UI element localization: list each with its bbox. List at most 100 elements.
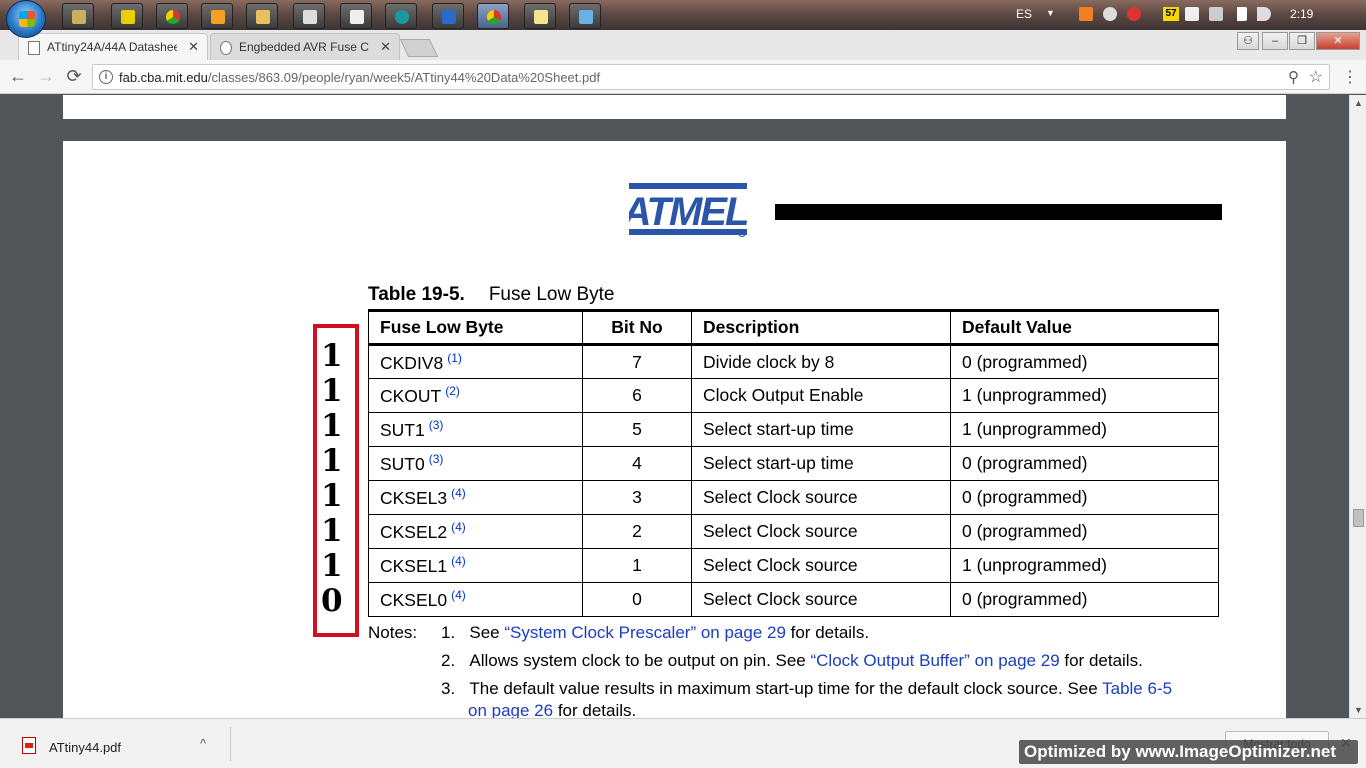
cloud-icon[interactable] bbox=[1103, 7, 1117, 21]
signal-icon[interactable] bbox=[1233, 7, 1247, 21]
close-window-button[interactable]: ✕ bbox=[1316, 32, 1360, 50]
fuse-name-cell: CKSEL1 (4) bbox=[368, 548, 583, 583]
forward-button[interactable]: → bbox=[35, 66, 57, 87]
page-icon bbox=[220, 41, 232, 55]
taskbar-app-1[interactable] bbox=[62, 3, 94, 29]
bit-number-cell: 3 bbox=[582, 480, 692, 515]
chevron-up-icon[interactable]: ^ bbox=[200, 736, 206, 751]
footnote-ref[interactable]: (3) bbox=[429, 418, 444, 432]
description-cell: Divide clock by 8 bbox=[691, 344, 951, 379]
footnote-ref[interactable]: (2) bbox=[445, 384, 460, 398]
description-cell: Select Clock source bbox=[691, 582, 951, 617]
start-button[interactable] bbox=[6, 0, 46, 38]
zoom-icon[interactable]: ⚲ bbox=[1288, 68, 1299, 86]
taskbar-app-6[interactable] bbox=[293, 3, 325, 29]
default-value-cell: 0 (programmed) bbox=[950, 344, 1219, 379]
handwritten-bit: 1 bbox=[321, 338, 343, 374]
note-1: 1. See “System Clock Prescaler” on page … bbox=[441, 623, 870, 642]
scroll-thumb[interactable] bbox=[1353, 509, 1364, 527]
clock[interactable]: 2:19 bbox=[1290, 7, 1313, 21]
user-icon[interactable]: ⚇ bbox=[1237, 32, 1259, 50]
handwritten-bit: 1 bbox=[321, 373, 343, 409]
close-icon[interactable]: ✕ bbox=[188, 39, 199, 55]
taskbar-arduino[interactable] bbox=[385, 3, 417, 29]
mail-icon[interactable] bbox=[1127, 7, 1141, 21]
note-3-continued: on page 26 for details. bbox=[468, 701, 637, 718]
handwritten-bit: 1 bbox=[321, 408, 343, 444]
taskbar-app-9[interactable] bbox=[432, 3, 464, 29]
bit-number-cell: 2 bbox=[582, 514, 692, 549]
pdf-viewer[interactable]: ATMEL Table 19-5. Fuse Low Byte Fuse Low … bbox=[0, 95, 1349, 718]
table-row: CKSEL3 (4) 3 Select Clock source 0 (programm… bbox=[368, 480, 1219, 515]
footnote-ref[interactable]: (1) bbox=[447, 351, 462, 365]
note-link[interactable]: Table 6-5 bbox=[1102, 679, 1172, 698]
taskbar-calculator[interactable] bbox=[340, 3, 372, 29]
note-link[interactable]: on page 26 bbox=[468, 701, 553, 718]
footnote-ref[interactable]: (4) bbox=[451, 554, 466, 568]
fuse-low-byte-table: Fuse Low Byte Bit No Description Default… bbox=[368, 309, 1219, 617]
device-icon[interactable] bbox=[1209, 7, 1223, 21]
scroll-down-arrow-icon[interactable]: ▼ bbox=[1354, 705, 1363, 715]
chevron-down-icon[interactable]: ▼ bbox=[1046, 8, 1055, 18]
taskbar-chrome-1[interactable] bbox=[156, 3, 188, 29]
default-value-cell: 1 (unprogrammed) bbox=[950, 548, 1219, 583]
footnote-ref[interactable]: (4) bbox=[451, 486, 466, 500]
footnote-ref[interactable]: (4) bbox=[451, 520, 466, 534]
taskbar-app-2[interactable] bbox=[111, 3, 143, 29]
flag-icon[interactable] bbox=[1185, 7, 1199, 21]
pdf-page: ATMEL Table 19-5. Fuse Low Byte Fuse Low … bbox=[63, 141, 1286, 718]
browser-tab-strip: ATtiny24A/44A Datashee ✕ Engbedded AVR F… bbox=[0, 30, 1366, 60]
fuse-name-cell: CKSEL3 (4) bbox=[368, 480, 583, 515]
watermark-overlay: Optimized by www.ImageOptimizer.net bbox=[1019, 740, 1358, 764]
default-value-cell: 0 (programmed) bbox=[950, 480, 1219, 515]
taskbar-notepad[interactable] bbox=[524, 3, 556, 29]
handwritten-bit: 1 bbox=[321, 548, 343, 584]
note-3: 3. The default value results in maximum … bbox=[441, 679, 1173, 698]
notification-badge[interactable]: 57 bbox=[1163, 7, 1179, 21]
new-tab-button[interactable] bbox=[399, 39, 439, 57]
vertical-scrollbar[interactable]: ▲ ▼ bbox=[1349, 95, 1366, 718]
back-button[interactable]: ← bbox=[7, 66, 29, 87]
address-bar[interactable]: i fab.cba.mit.edu/classes/863.09/people/… bbox=[92, 64, 1330, 90]
notes-label: Notes: bbox=[368, 623, 418, 642]
taskbar-app-12[interactable] bbox=[569, 3, 601, 29]
default-value-cell: 1 (unprogrammed) bbox=[950, 412, 1219, 447]
bookmark-star-icon[interactable]: ☆ bbox=[1309, 67, 1323, 87]
avast-icon[interactable] bbox=[1079, 7, 1093, 21]
taskbar-chrome-2[interactable] bbox=[477, 3, 509, 29]
default-value-cell: 0 (programmed) bbox=[950, 446, 1219, 481]
language-indicator[interactable]: ES bbox=[1016, 7, 1032, 21]
fuse-name-cell: CKSEL0 (4) bbox=[368, 582, 583, 617]
column-header: Default Value bbox=[950, 309, 1219, 346]
scroll-up-arrow-icon[interactable]: ▲ bbox=[1354, 98, 1363, 108]
tab-fuse-calculator[interactable]: Engbedded AVR Fuse Ca ✕ bbox=[210, 33, 400, 60]
menu-icon[interactable]: ⋮ bbox=[1342, 67, 1358, 87]
bit-number-cell: 6 bbox=[582, 378, 692, 413]
bit-number-cell: 5 bbox=[582, 412, 692, 447]
footnote-ref[interactable]: (3) bbox=[429, 452, 444, 466]
minimize-button[interactable]: ‒ bbox=[1262, 32, 1288, 50]
fuse-name-cell: CKOUT (2) bbox=[368, 378, 583, 413]
table-row: CKSEL1 (4) 1 Select Clock source 1 (unprogra… bbox=[368, 548, 1219, 583]
url-text[interactable]: fab.cba.mit.edu/classes/863.09/people/ry… bbox=[119, 70, 600, 85]
taskbar-media-player[interactable] bbox=[201, 3, 233, 29]
maximize-button[interactable]: ❐ bbox=[1289, 32, 1315, 50]
bit-number-cell: 1 bbox=[582, 548, 692, 583]
footnote-ref[interactable]: (4) bbox=[451, 588, 466, 602]
tab-datasheet[interactable]: ATtiny24A/44A Datashee ✕ bbox=[18, 33, 208, 60]
bit-number-cell: 7 bbox=[582, 344, 692, 379]
tab-label: Engbedded AVR Fuse Ca bbox=[239, 40, 369, 54]
info-icon[interactable]: i bbox=[99, 70, 113, 84]
description-cell: Clock Output Enable bbox=[691, 378, 951, 413]
default-value-cell: 0 (programmed) bbox=[950, 582, 1219, 617]
taskbar-explorer[interactable] bbox=[246, 3, 278, 29]
note-link[interactable]: “System Clock Prescaler” on page 29 bbox=[504, 623, 786, 642]
download-file-name[interactable]: ATtiny44.pdf bbox=[49, 740, 121, 755]
volume-icon[interactable] bbox=[1257, 7, 1271, 21]
bit-number-cell: 4 bbox=[582, 446, 692, 481]
close-icon[interactable]: ✕ bbox=[380, 39, 391, 55]
reload-button[interactable]: ⟳ bbox=[63, 66, 85, 87]
column-header: Fuse Low Byte bbox=[368, 309, 583, 346]
windows-taskbar: ES ▼ 57 2:19 bbox=[0, 0, 1366, 38]
note-link[interactable]: “Clock Output Buffer” on page 29 bbox=[810, 651, 1059, 670]
